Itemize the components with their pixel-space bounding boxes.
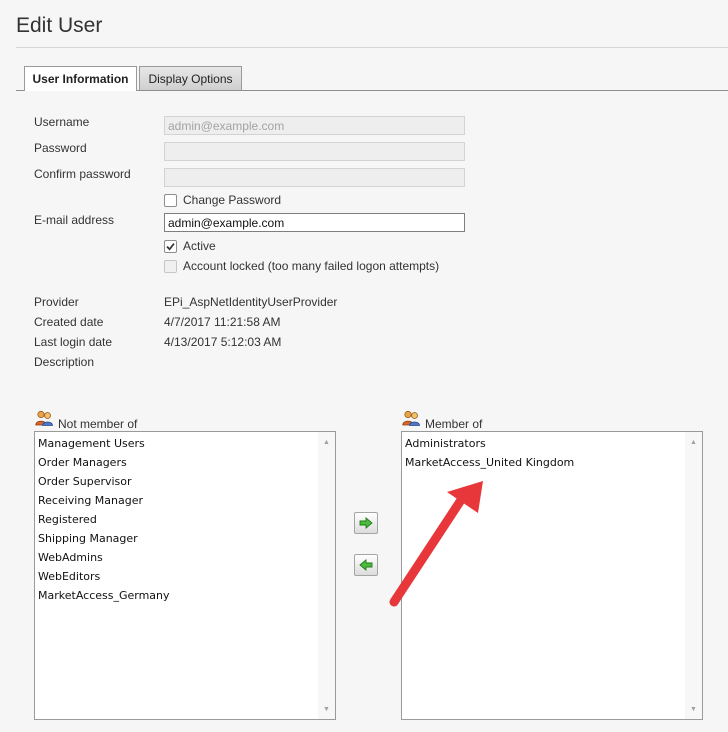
scrollbar[interactable]: ▲ ▼ <box>685 432 702 719</box>
tab-display-options[interactable]: Display Options <box>139 66 242 90</box>
scrollbar[interactable]: ▲ ▼ <box>318 432 335 719</box>
list-item[interactable]: Order Supervisor <box>38 472 317 491</box>
provider-label: Provider <box>34 295 79 309</box>
account-locked-checkbox[interactable] <box>164 260 177 273</box>
confirm-password-label: Confirm password <box>34 167 131 181</box>
list-item[interactable]: WebEditors <box>38 567 317 586</box>
active-checkbox[interactable] <box>164 240 177 253</box>
list-item[interactable]: Registered <box>38 510 317 529</box>
last-login-label: Last login date <box>34 335 113 349</box>
title-divider <box>16 47 728 48</box>
checkmark-icon <box>166 243 175 251</box>
list-item[interactable]: Management Users <box>38 434 317 453</box>
change-password-label: Change Password <box>183 193 282 207</box>
password-label: Password <box>34 141 87 155</box>
arrow-left-icon <box>359 559 373 571</box>
users-group-icon <box>402 410 420 426</box>
change-password-checkbox[interactable] <box>164 194 177 207</box>
member-of-label: Member of <box>425 417 483 431</box>
username-label: Username <box>34 115 90 129</box>
password-field[interactable] <box>164 142 465 161</box>
last-login-value: 4/13/2017 5:12:03 AM <box>164 335 282 349</box>
description-label: Description <box>34 355 95 369</box>
created-date-label: Created date <box>34 315 104 329</box>
list-item[interactable]: Administrators <box>405 434 684 453</box>
list-item[interactable]: MarketAccess_United Kingdom <box>405 453 684 472</box>
list-item[interactable]: Order Managers <box>38 453 317 472</box>
list-item[interactable]: MarketAccess_Germany <box>38 586 317 605</box>
email-label: E-mail address <box>34 213 115 227</box>
member-of-listbox[interactable]: Administrators MarketAccess_United Kingd… <box>401 431 703 720</box>
remove-from-group-button[interactable] <box>354 554 378 576</box>
provider-value: EPi_AspNetIdentityUserProvider <box>164 295 338 309</box>
username-field[interactable] <box>164 116 465 135</box>
scroll-up-icon[interactable]: ▲ <box>685 434 702 450</box>
not-member-of-label: Not member of <box>58 417 138 431</box>
page-title: Edit User <box>16 14 103 37</box>
arrow-right-icon <box>359 517 373 529</box>
list-item[interactable]: WebAdmins <box>38 548 317 567</box>
scroll-down-icon[interactable]: ▼ <box>318 701 335 717</box>
list-item[interactable]: Receiving Manager <box>38 491 317 510</box>
confirm-password-field[interactable] <box>164 168 465 187</box>
list-item[interactable]: Shipping Manager <box>38 529 317 548</box>
account-locked-label: Account locked (too many failed logon at… <box>183 259 440 273</box>
scroll-up-icon[interactable]: ▲ <box>318 434 335 450</box>
active-label: Active <box>183 239 216 253</box>
created-date-value: 4/7/2017 11:21:58 AM <box>164 315 281 329</box>
users-group-icon <box>35 410 53 426</box>
add-to-group-button[interactable] <box>354 512 378 534</box>
email-field[interactable] <box>164 213 465 232</box>
tab-user-information[interactable]: User Information <box>24 66 137 91</box>
scroll-down-icon[interactable]: ▼ <box>685 701 702 717</box>
not-member-of-listbox[interactable]: Management Users Order Managers Order Su… <box>34 431 336 720</box>
